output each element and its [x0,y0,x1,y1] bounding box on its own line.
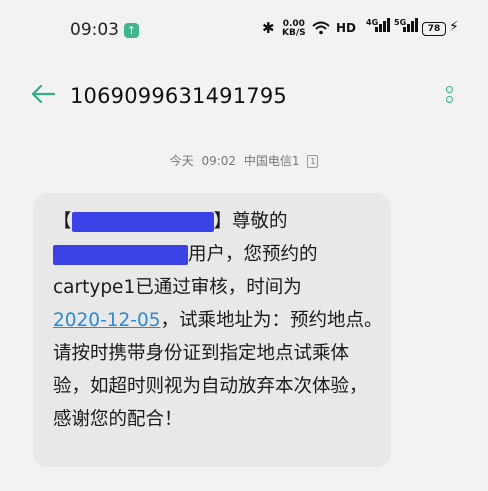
more-options-icon[interactable] [446,86,454,110]
sender-number: 1069099631491795 [70,84,287,108]
battery-icon: 78 [422,22,446,36]
message-time: 09:02 [201,154,237,168]
notification-app-icon: ↑ [124,23,139,38]
network-speed: 0.00 KB/S [282,20,306,38]
status-time: 09:03 [70,20,119,40]
message-day: 今天 [169,154,194,168]
user-text: 用户，您预约的 [188,244,318,265]
hd-indicator: HD [336,21,357,35]
network-speed-unit: KB/S [282,28,306,38]
sim2-network-label: 5G [394,18,407,27]
wifi-icon [312,21,330,35]
message-carrier: 中国电信1 [243,154,300,168]
conversation-header: 1069099631491795 [0,70,488,124]
sim-slot-icon: 1 [307,155,319,168]
sim1-network-label: 4G [366,18,379,27]
bluetooth-icon: ✱ [262,19,275,37]
approval-text: cartype1已通过审核，时间为 [53,277,302,298]
redaction-mark [53,245,188,265]
signal-sim2-icon: 5G [394,18,418,32]
back-arrow-icon[interactable] [30,84,56,104]
date-link[interactable]: 2020-12-05 [53,310,161,331]
bracket-open: 【 [53,211,72,232]
charging-icon: ⚡ [449,19,459,35]
status-bar: 09:03 ↑ ✱ 0.00 KB/S HD 4G 5G 78 ⚡ [0,0,488,60]
signal-sim1-icon: 4G [366,18,390,32]
message-bubble[interactable]: 【】尊敬的 用户，您预约的 cartype1已通过审核，时间为 2020-12-05，… [33,193,391,467]
message-meta: 今天 09:02 中国电信1 1 [0,152,488,169]
greeting-text: 】尊敬的 [213,211,288,232]
redaction-mark [71,212,214,232]
message-text: 【】尊敬的 用户，您预约的 cartype1已通过审核，时间为 2020-12-05，… [53,205,383,436]
